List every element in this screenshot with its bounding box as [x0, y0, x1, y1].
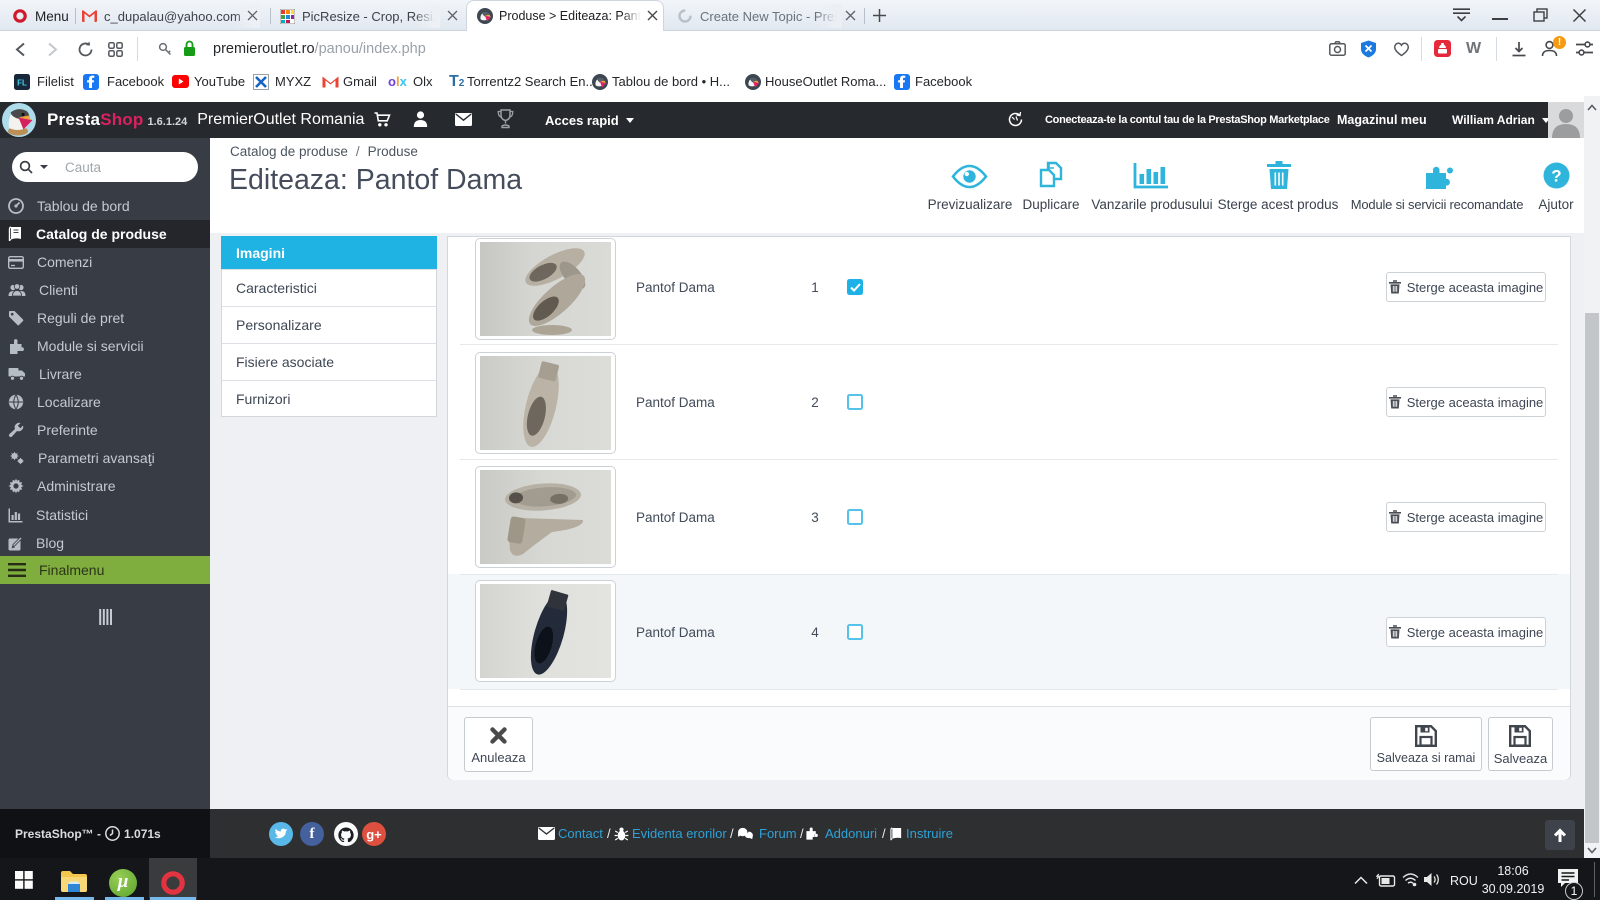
svg-text:?: ? [1551, 167, 1561, 186]
svg-text:FL: FL [17, 78, 27, 87]
